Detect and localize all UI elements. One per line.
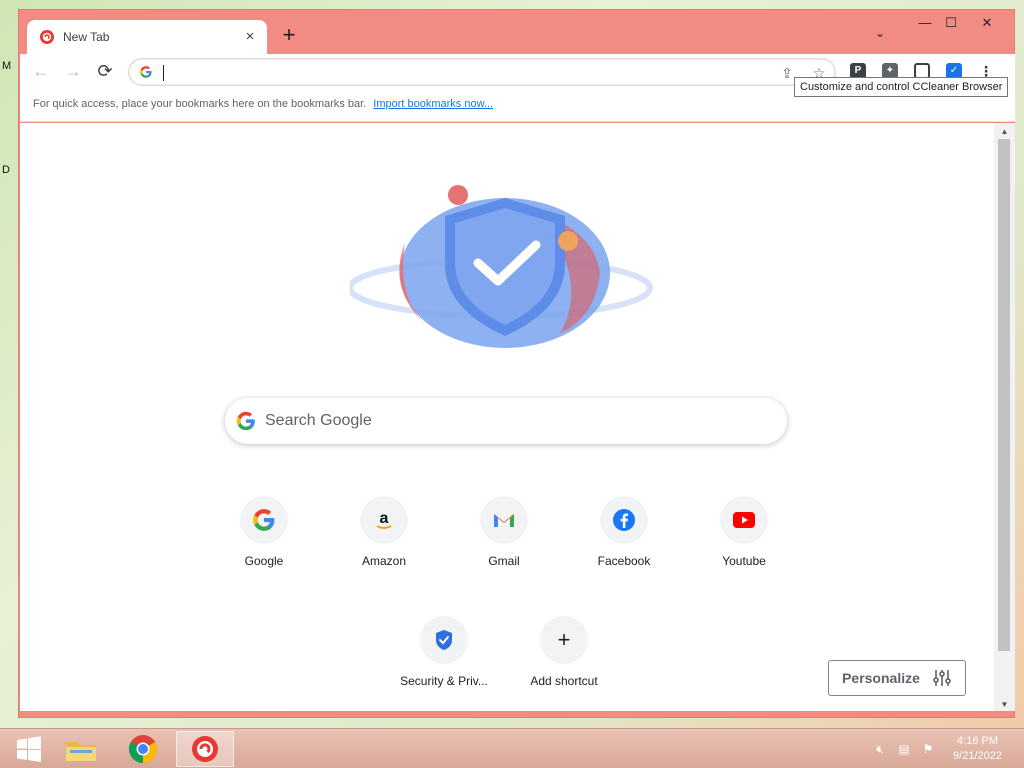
desktop-icon-label[interactable]: D	[2, 164, 10, 176]
add-shortcut-button[interactable]: + Add shortcut	[508, 616, 620, 688]
shortcut-facebook[interactable]: Facebook	[568, 496, 680, 568]
ccleaner-icon	[40, 30, 54, 44]
svg-text:a: a	[380, 510, 389, 527]
import-bookmarks-link[interactable]: Import bookmarks now...	[373, 98, 493, 110]
tab-strip: New Tab × + ⌄ — ☐ ✕	[19, 10, 1014, 54]
google-icon	[253, 509, 275, 531]
shortcut-tile	[600, 496, 648, 544]
google-icon	[140, 66, 152, 78]
shortcut-tile: +	[540, 616, 588, 664]
maximize-button[interactable]: ☐	[935, 12, 967, 34]
start-button[interactable]	[0, 731, 58, 767]
shortcut-youtube[interactable]: Youtube	[688, 496, 800, 568]
personalize-button[interactable]: Personalize	[828, 660, 966, 696]
tab-search-button[interactable]: ⌄	[875, 26, 885, 40]
sliders-icon	[933, 670, 951, 686]
clock-time: 4:16 PM	[957, 735, 999, 747]
shortcut-label: Gmail	[488, 554, 520, 568]
taskbar-file-explorer[interactable]	[52, 731, 110, 767]
shield-icon	[436, 630, 452, 650]
taskbar: 🔇︎ ▤ ⚑ 4:16 PM 9/21/2022	[0, 728, 1024, 768]
scroll-thumb[interactable]	[998, 139, 1010, 651]
shortcut-tile: a	[360, 496, 408, 544]
scroll-up-arrow[interactable]: ▲	[994, 127, 1015, 136]
system-clock[interactable]: 4:16 PM 9/21/2022	[953, 734, 1002, 764]
scroll-down-arrow[interactable]: ▼	[994, 700, 1015, 709]
share-icon[interactable]: ⇪	[779, 65, 795, 81]
shortcut-tile	[420, 616, 468, 664]
folder-icon	[66, 742, 96, 761]
network-icon[interactable]: ▤	[896, 741, 912, 757]
shortcut-gmail[interactable]: Gmail	[448, 496, 560, 568]
windows-logo-icon	[17, 736, 41, 762]
google-search-box[interactable]: Search Google	[225, 398, 787, 444]
tab-close-button[interactable]: ×	[241, 28, 259, 46]
bookmarks-hint: For quick access, place your bookmarks h…	[33, 98, 367, 110]
facebook-icon	[613, 509, 635, 531]
menu-tooltip: Customize and control CCleaner Browser	[794, 77, 1009, 97]
shortcut-security-privacy[interactable]: Security & Priv...	[388, 616, 500, 688]
security-hero-illustration	[350, 185, 653, 348]
flag-alert-icon[interactable]: ⚑	[920, 741, 936, 757]
shortcut-tile	[720, 496, 768, 544]
back-button[interactable]: ←	[30, 60, 52, 82]
shortcut-amazon[interactable]: a Amazon	[328, 496, 440, 568]
shortcut-label: Facebook	[597, 554, 651, 568]
shortcut-tile	[480, 496, 528, 544]
ccleaner-icon	[192, 736, 218, 762]
forward-button[interactable]: →	[62, 60, 84, 82]
text-caret	[163, 65, 164, 81]
clock-date: 9/21/2022	[953, 750, 1002, 762]
shortcut-google[interactable]: Google	[208, 496, 320, 568]
personalize-label: Personalize	[842, 670, 920, 686]
shortcut-tile	[240, 496, 288, 544]
amazon-icon: a	[376, 510, 392, 529]
youtube-icon	[733, 512, 755, 528]
vertical-scrollbar[interactable]: ▲ ▼	[994, 123, 1015, 711]
address-bar[interactable]: ⇪ ☆	[128, 58, 836, 86]
shortcut-label: Youtube	[722, 554, 766, 568]
desktop-icon-label[interactable]: M	[2, 60, 11, 72]
chrome-icon	[129, 735, 157, 763]
shortcut-label: Google	[244, 554, 284, 568]
plus-icon: +	[557, 627, 571, 652]
close-window-button[interactable]: ✕	[971, 12, 1003, 34]
new-tab-page: Search Google Google a Amazon Gmail Face…	[20, 123, 994, 711]
google-icon	[236, 411, 255, 431]
tab-title: New Tab	[63, 30, 110, 44]
volume-muted-icon[interactable]: 🔇︎	[872, 741, 888, 757]
shortcut-label: Add shortcut	[530, 674, 598, 688]
taskbar-ccleaner-browser[interactable]	[176, 731, 234, 767]
shortcut-label: Amazon	[361, 554, 407, 568]
gmail-icon	[494, 514, 514, 527]
tab-new-tab[interactable]: New Tab ×	[27, 20, 267, 54]
search-placeholder: Search Google	[265, 412, 372, 429]
shortcut-label: Security & Priv...	[400, 674, 488, 688]
taskbar-chrome[interactable]	[114, 731, 172, 767]
browser-window: New Tab × + ⌄ — ☐ ✕ ← → ⟳ ⇪ ☆ P ✦ ✓ ⋮ Fo…	[18, 9, 1015, 718]
new-tab-button[interactable]: +	[277, 24, 301, 48]
reload-button[interactable]: ⟳	[94, 60, 116, 82]
